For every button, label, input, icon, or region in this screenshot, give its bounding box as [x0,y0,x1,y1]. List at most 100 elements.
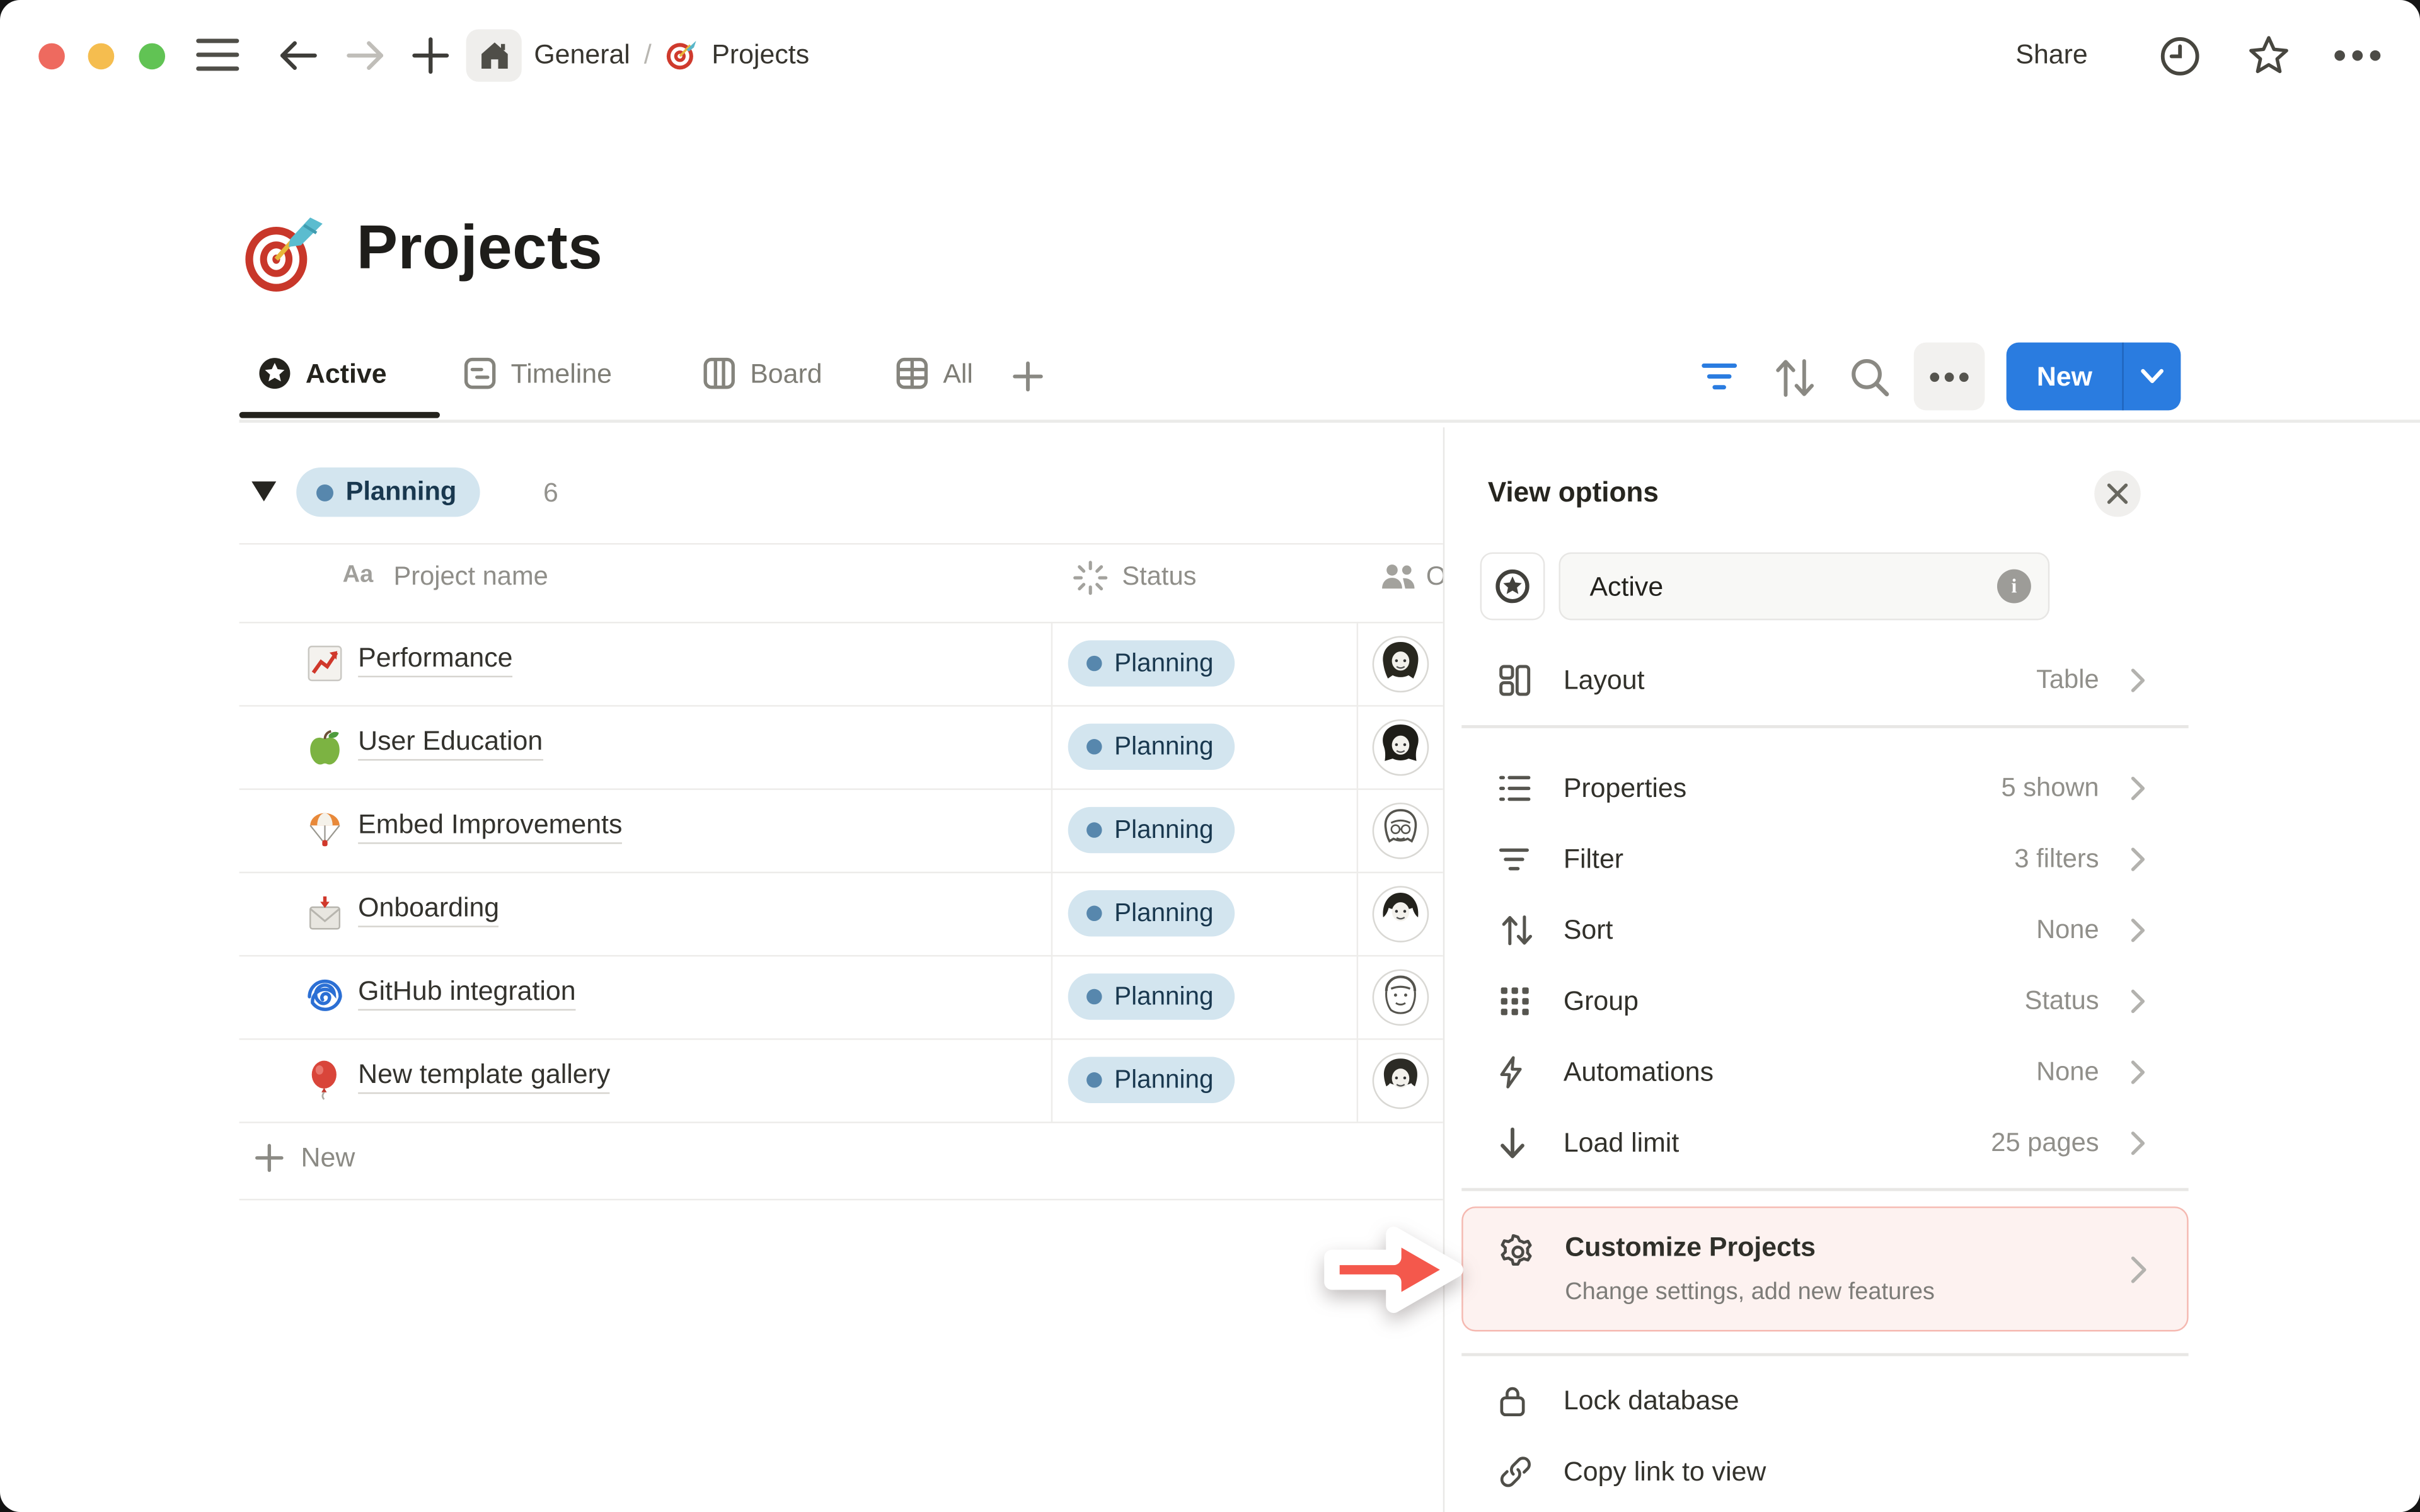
panel-row-sort[interactable]: Sort None [1461,895,2188,966]
project-page-link[interactable]: GitHub integration [358,975,575,1011]
target-emoji-icon [666,38,698,70]
info-icon[interactable]: i [1997,570,2031,604]
home-button[interactable] [466,30,522,82]
chevron-right-icon [2130,1256,2147,1283]
tab-all[interactable]: All [895,357,973,391]
panel-row-layout[interactable]: Layout Table [1461,645,2188,716]
panel-row-filter[interactable]: Filter 3 filters [1461,824,2188,895]
project-page-link[interactable]: New template gallery [358,1058,610,1094]
panel-row-lock-database[interactable]: Lock database [1461,1365,2188,1436]
breadcrumb-separator: / [644,38,652,70]
group-toggle-icon[interactable] [251,481,276,501]
column-header-owner-clipped[interactable]: Owner [1426,561,1443,595]
panel-row-group[interactable]: Group Status [1461,966,2188,1037]
table-row[interactable]: User Education Planning [0,705,1443,788]
chevron-down-icon [2141,369,2164,384]
home-icon [478,40,510,71]
table-row[interactable]: Onboarding Planning [0,872,1443,955]
status-label: Planning [1114,899,1213,929]
avatar [1372,635,1429,692]
table-row[interactable]: New template gallery Planning [0,1038,1443,1121]
updates-clock-icon[interactable] [2159,35,2201,77]
panel-row-load-limit[interactable]: Load limit 25 pages [1461,1108,2188,1179]
avatar [1372,718,1429,776]
automations-icon [1499,1055,1523,1089]
project-page-link[interactable]: Embed Improvements [358,808,622,844]
layout-icon [1499,664,1531,696]
status-label: Planning [1114,982,1213,1012]
customize-sublabel: Change settings, add new features [1565,1279,1935,1307]
status-property-icon [1073,560,1108,595]
forward-icon[interactable] [346,38,386,72]
column-header-status[interactable]: Status [1122,561,1196,592]
chevron-right-icon [2130,1060,2145,1084]
back-icon[interactable] [278,38,318,72]
chevron-right-icon [2130,918,2145,942]
panel-divider [1461,1353,2188,1356]
breadcrumb-page[interactable]: Projects [712,38,809,70]
share-button[interactable]: Share [2015,38,2087,71]
status-label: Planning [1114,732,1213,762]
parachute-emoji [307,811,342,849]
search-icon[interactable] [1849,357,1891,398]
traffic-minimize-button[interactable] [88,42,115,69]
tab-active[interactable]: Active [258,357,387,391]
project-page-link[interactable]: User Education [358,725,543,760]
avatar [1372,968,1429,1026]
panel-row-properties[interactable]: Properties 5 shown [1461,753,2188,824]
link-icon [1499,1455,1533,1489]
project-page-link[interactable]: Performance [358,642,512,677]
sort-icon[interactable] [1772,357,1818,400]
view-settings-button[interactable] [1914,343,1985,411]
project-page-link[interactable]: Onboarding [358,892,499,927]
status-badge[interactable]: Planning [1068,724,1235,770]
table-row[interactable]: Performance Planning [0,622,1443,705]
panel-title: View options [1488,477,1659,509]
new-dropdown-button[interactable] [2123,343,2181,411]
sidebar-menu-icon[interactable] [196,37,239,74]
row-divider [239,1121,1443,1123]
table-row[interactable]: GitHub integration Planning [0,955,1443,1038]
status-badge[interactable]: Planning [1068,973,1235,1019]
tab-board[interactable]: Board [702,357,822,391]
table-bottom-border [239,1199,1443,1200]
row-label: Load limit [1564,1127,1679,1159]
favorite-star-icon[interactable] [2247,34,2291,77]
status-dot [1086,656,1102,671]
ellipsis-icon [1929,371,1969,382]
new-button[interactable]: New [2007,343,2123,411]
traffic-zoom-button[interactable] [138,42,164,69]
status-label: Planning [1114,1065,1213,1095]
status-badge[interactable]: Planning [1068,1057,1235,1103]
status-badge[interactable]: Planning [1068,807,1235,853]
green-apple-emoji [307,728,342,765]
tab-timeline[interactable]: Timeline [463,357,612,391]
panel-row-copy-link[interactable]: Copy link to view [1461,1436,2188,1508]
breadcrumb-workspace[interactable]: General [534,38,630,70]
customize-projects-button[interactable]: Customize Projects Change settings, add … [1461,1206,2188,1331]
view-name-input[interactable]: Active i [1559,553,2049,621]
add-row-button[interactable]: New [255,1142,355,1174]
sort-menu-icon [1499,914,1536,948]
column-header-name[interactable]: Project name [393,561,548,592]
new-page-icon[interactable] [412,37,449,74]
close-panel-button[interactable] [2094,471,2140,517]
filter-icon[interactable] [1701,360,1738,394]
favorited-view-icon [258,357,292,391]
avatar [1372,1051,1429,1109]
traffic-close-button[interactable] [38,42,64,69]
panel-row-automations[interactable]: Automations None [1461,1037,2188,1108]
avatar [1372,801,1429,859]
app-window: General / Projects Share [0,0,2420,1512]
chevron-right-icon [2130,847,2145,871]
group-status-pill[interactable]: Planning [296,467,480,517]
status-badge[interactable]: Planning [1068,640,1235,686]
view-icon-button[interactable] [1480,553,1545,621]
add-view-icon[interactable] [1013,361,1044,392]
balloon-emoji [307,1060,342,1100]
row-value: 5 shown [2002,773,2099,804]
status-badge[interactable]: Planning [1068,890,1235,936]
more-options-icon[interactable] [2334,49,2383,62]
view-name-value: Active [1589,570,1997,602]
table-row[interactable]: Embed Improvements Planning [0,788,1443,871]
